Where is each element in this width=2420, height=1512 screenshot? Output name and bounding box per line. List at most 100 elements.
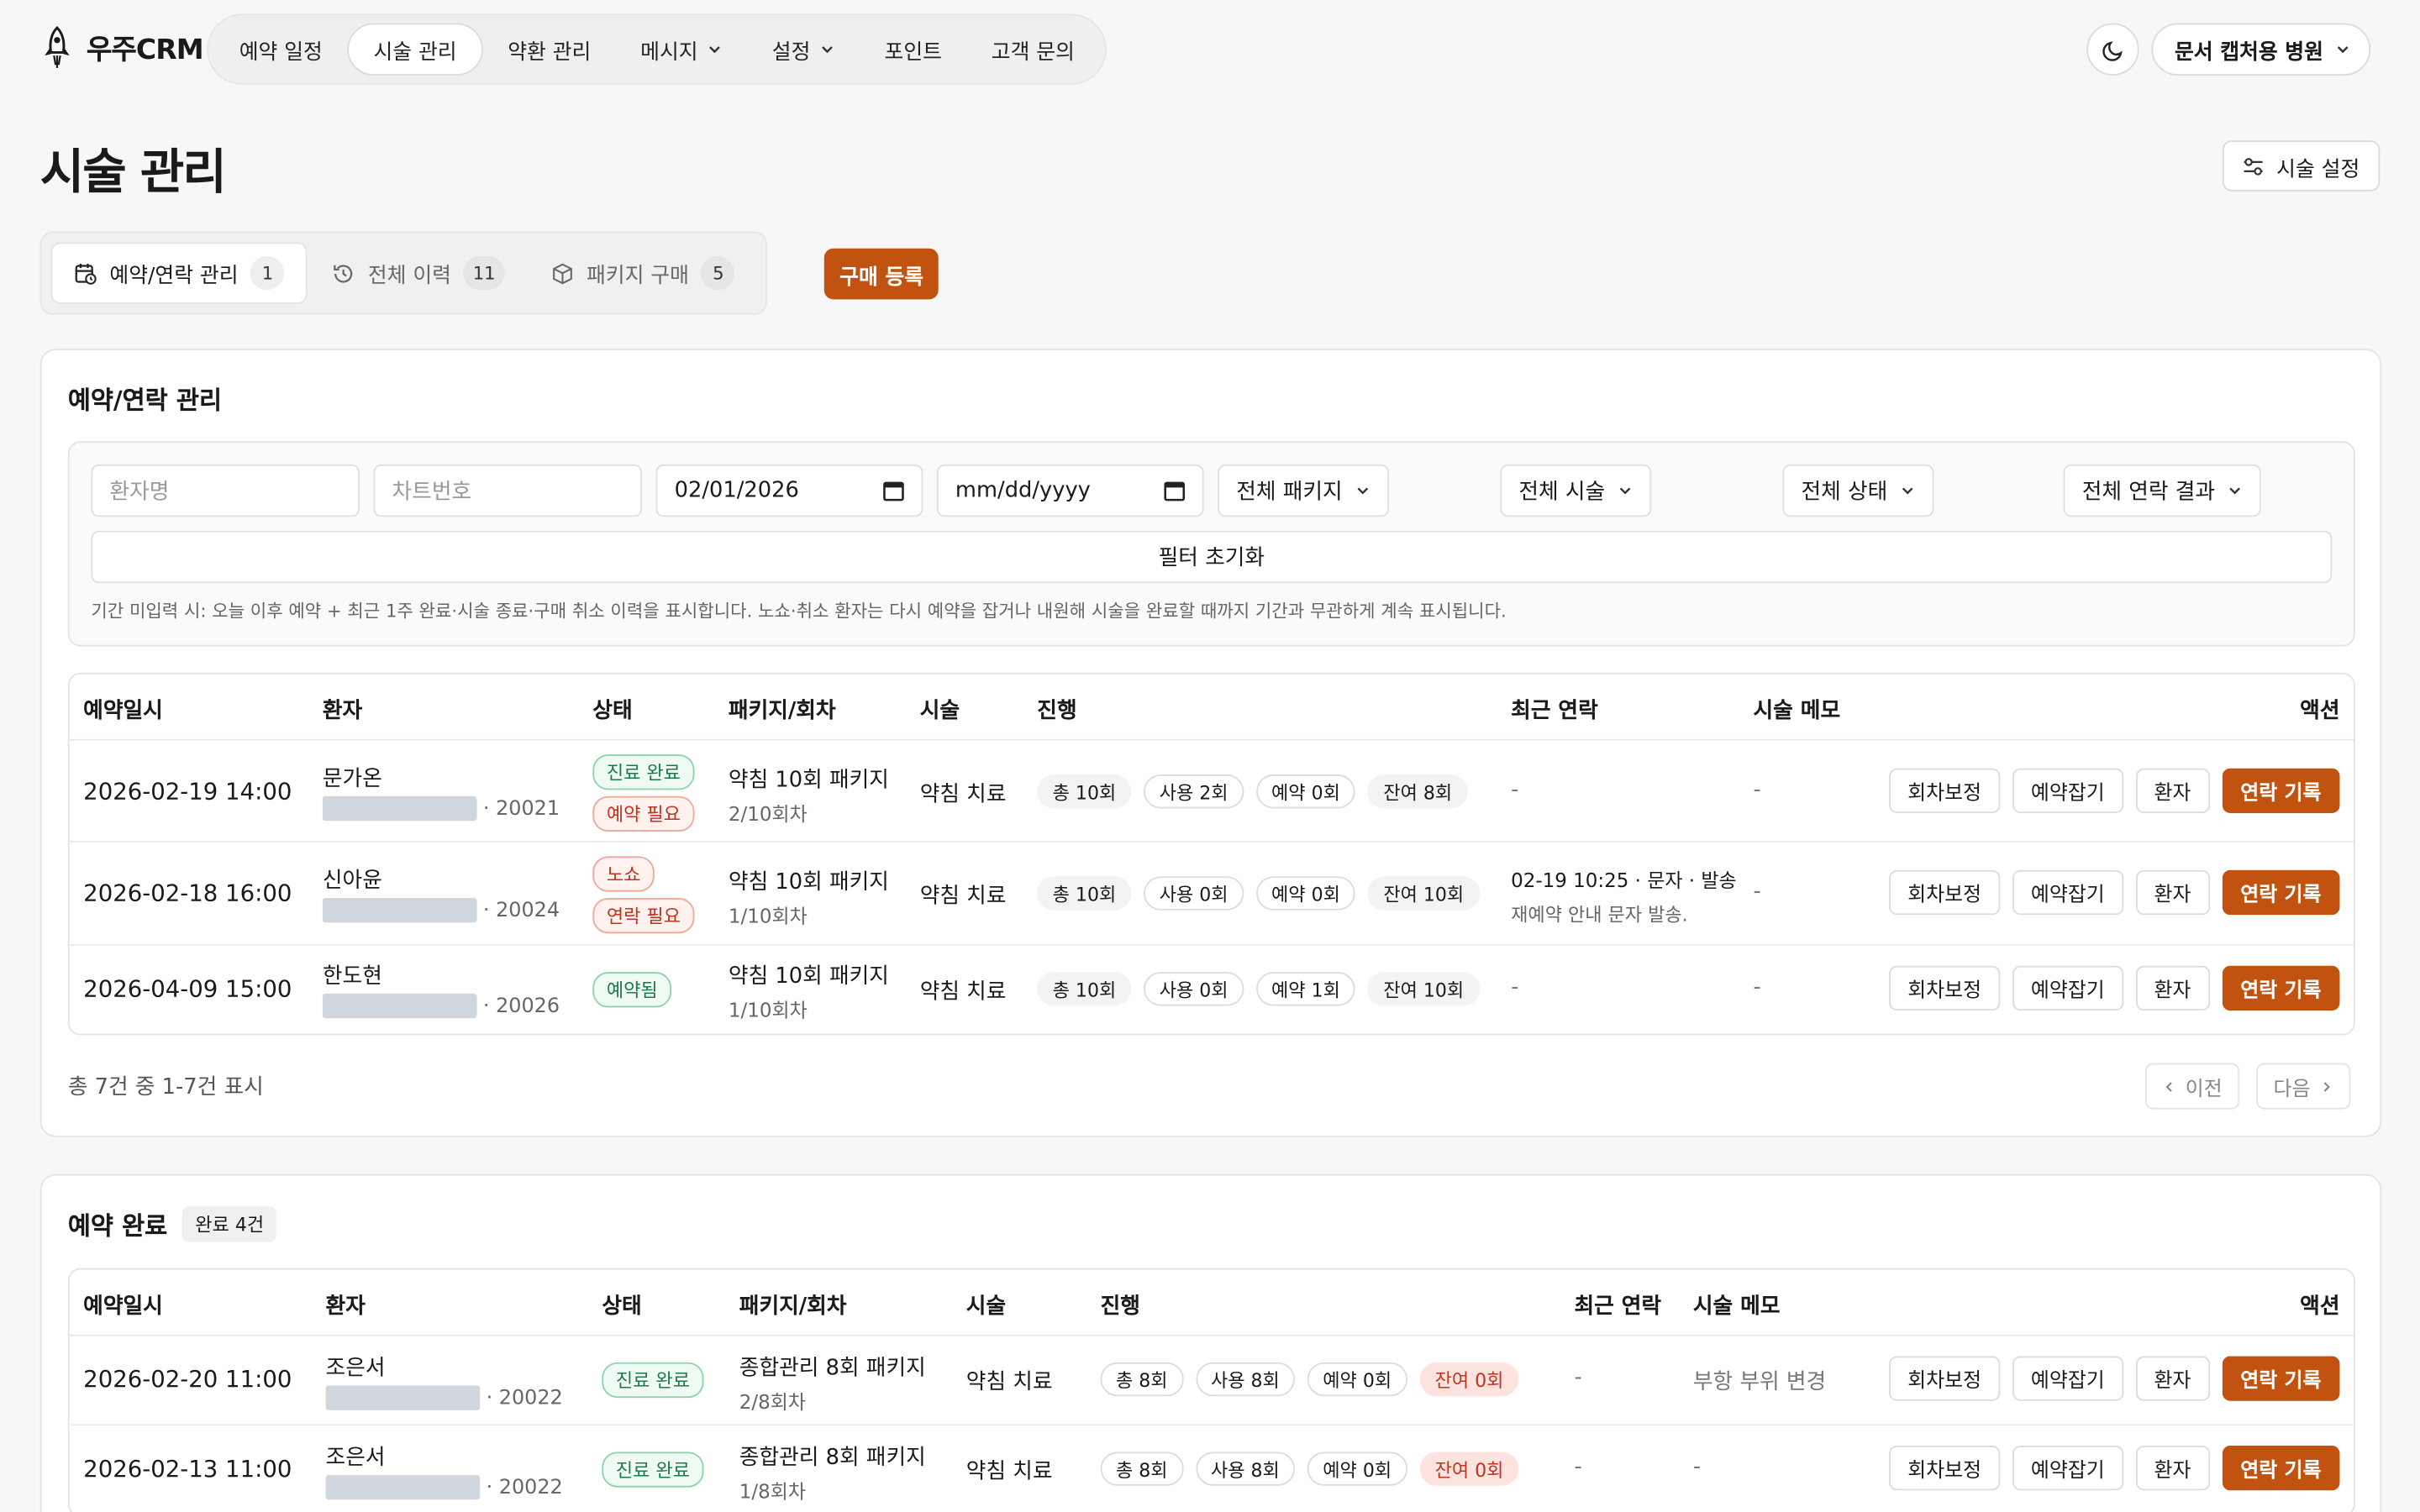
column-header: 최근 연락 bbox=[1574, 1294, 1662, 1320]
adjust-round-button[interactable]: 회차보정 bbox=[1889, 1446, 2001, 1491]
table-row[interactable]: 2026-02-19 14:00 문가온 · 20021 진료 완료 예약 필요… bbox=[69, 741, 2354, 843]
table-header: 예약일시 환자 상태 패키지/회차 시술 진행 최근 연락 시술 메모 액션 bbox=[69, 1270, 2354, 1336]
package-name: 종합관리 8회 패키지 bbox=[739, 1446, 926, 1471]
log-contact-button[interactable]: 연락 기록 bbox=[2222, 768, 2340, 813]
date-from-input[interactable]: 02/01/2026 bbox=[655, 464, 923, 517]
prev-page-button[interactable]: 이전 bbox=[2145, 1063, 2239, 1110]
nav-item-points[interactable]: 포인트 bbox=[860, 24, 966, 76]
register-purchase-button[interactable]: 구매 등록 bbox=[823, 248, 939, 300]
chart-number-input[interactable]: 차트번호 bbox=[373, 464, 643, 517]
package-cell: 약침 10회 패키지 1/10회차 bbox=[729, 865, 889, 928]
nav-label: 메시지 bbox=[640, 39, 698, 66]
package-round: 1/10회차 bbox=[728, 904, 808, 927]
procedure-memo: 부항 부위 변경 bbox=[1692, 1370, 1827, 1395]
adjust-round-button[interactable]: 회차보정 bbox=[1889, 965, 2001, 1011]
settings-label: 시술 설정 bbox=[2276, 156, 2360, 181]
status-badge: 진료 완료 bbox=[592, 754, 695, 790]
patient-button[interactable]: 환자 bbox=[2135, 965, 2210, 1011]
nav-item-inquiry[interactable]: 고객 문의 bbox=[966, 24, 1099, 76]
progress-chips: 총 10회 사용 0회 예약 0회 잔여 10회 bbox=[1037, 876, 1480, 911]
patient-button[interactable]: 환자 bbox=[2135, 768, 2210, 813]
status-cell: 노쇼 연락 필요 bbox=[592, 856, 695, 939]
nav-item-settings[interactable]: 설정 bbox=[747, 24, 860, 76]
next-page-button[interactable]: 다음 bbox=[2256, 1063, 2351, 1110]
procedure-select[interactable]: 전체 시술 bbox=[1500, 464, 1652, 517]
column-header: 시술 메모 bbox=[1753, 699, 1841, 724]
adjust-round-button[interactable]: 회차보정 bbox=[1889, 869, 2001, 916]
package-select[interactable]: 전체 패키지 bbox=[1218, 464, 1389, 517]
moon-icon bbox=[2102, 40, 2122, 60]
tab-package-purchase[interactable]: 패키지 구매 5 bbox=[529, 242, 757, 303]
procedure-memo: - bbox=[1753, 974, 1761, 1000]
patient-name-input[interactable]: 환자명 bbox=[91, 464, 360, 517]
reservation-table: 예약일시 환자 상태 패키지/회차 시술 진행 최근 연락 시술 메모 액션 2… bbox=[67, 672, 2355, 1036]
book-button[interactable]: 예약잡기 bbox=[2012, 1356, 2123, 1401]
log-contact-button[interactable]: 연락 기록 bbox=[2222, 1356, 2340, 1401]
date-to-value: mm/dd/yyyy bbox=[955, 478, 1091, 503]
clinic-selector[interactable]: 문서 캡처용 병원 bbox=[2151, 23, 2371, 76]
row-actions: 회차보정 예약잡기 환자 연락 기록 bbox=[1889, 1356, 2340, 1401]
package-round: 1/8회차 bbox=[739, 1479, 807, 1503]
column-header: 상태 bbox=[602, 1294, 642, 1320]
package-round: 2/8회차 bbox=[739, 1389, 807, 1414]
adjust-round-button[interactable]: 회차보정 bbox=[1889, 768, 2001, 813]
chip-total: 총 10회 bbox=[1037, 876, 1132, 911]
table-row[interactable]: 2026-02-13 11:00 조은서 · 20022 진료 완료 종합관리 … bbox=[70, 1425, 2354, 1512]
book-button[interactable]: 예약잡기 bbox=[2012, 1446, 2123, 1491]
calendar-icon[interactable] bbox=[883, 480, 905, 501]
table-row[interactable]: 2026-02-18 16:00 신아윤 · 20024 노쇼 연락 필요 약침… bbox=[69, 843, 2354, 946]
calendar-icon[interactable] bbox=[1164, 480, 1186, 501]
theme-toggle-button[interactable] bbox=[2086, 23, 2139, 76]
chip-used: 사용 2회 bbox=[1144, 774, 1244, 809]
date-to-input[interactable]: mm/dd/yyyy bbox=[936, 464, 1204, 517]
table-header: 예약일시 환자 상태 패키지/회차 시술 진행 최근 연락 시술 메모 액션 bbox=[69, 675, 2354, 741]
chip-total: 총 10회 bbox=[1037, 774, 1132, 809]
patient-button[interactable]: 환자 bbox=[2135, 869, 2210, 916]
reservation-datetime: 2026-02-18 16:00 bbox=[83, 879, 292, 907]
progress-chips: 총 10회 사용 0회 예약 1회 잔여 10회 bbox=[1037, 972, 1480, 1006]
table-row[interactable]: 2026-02-20 11:00 조은서 · 20022 진료 완료 종합관리 … bbox=[69, 1336, 2354, 1426]
procedure-memo: - bbox=[1753, 777, 1761, 803]
nav-item-medicine[interactable]: 약환 관리 bbox=[483, 24, 616, 76]
tab-label: 예약/연락 관리 bbox=[109, 264, 239, 289]
patient-button[interactable]: 환자 bbox=[2135, 1356, 2210, 1401]
log-contact-button[interactable]: 연락 기록 bbox=[2222, 965, 2340, 1011]
adjust-round-button[interactable]: 회차보정 bbox=[1889, 1356, 2001, 1401]
tab-all-history[interactable]: 전체 이력 11 bbox=[311, 242, 526, 303]
book-button[interactable]: 예약잡기 bbox=[2012, 869, 2123, 916]
nav-item-schedule[interactable]: 예약 일정 bbox=[214, 24, 347, 76]
tab-count: 1 bbox=[250, 255, 285, 291]
procedure-name: 약침 치료 bbox=[919, 884, 1007, 909]
last-contact: - bbox=[1511, 777, 1519, 803]
patient-button[interactable]: 환자 bbox=[2135, 1446, 2210, 1491]
column-header: 예약일시 bbox=[83, 699, 163, 724]
patient-id: · 20021 bbox=[322, 795, 560, 822]
procedure-settings-button[interactable]: 시술 설정 bbox=[2222, 140, 2381, 192]
next-label: 다음 bbox=[2273, 1077, 2311, 1101]
logo[interactable]: 우주CRM bbox=[37, 24, 204, 71]
chip-reserved: 예약 0회 bbox=[1255, 876, 1356, 911]
package-cell: 약침 10회 패키지 1/10회차 bbox=[729, 959, 889, 1022]
book-button[interactable]: 예약잡기 bbox=[2012, 768, 2123, 813]
chevron-down-icon bbox=[2338, 46, 2349, 54]
status-select[interactable]: 전체 상태 bbox=[1782, 464, 1934, 517]
table-row[interactable]: 2026-04-09 15:00 한도현 · 20026 예약됨 약침 10회 … bbox=[70, 946, 2354, 1034]
nav-item-procedure[interactable]: 시술 관리 bbox=[347, 23, 483, 76]
reset-filters-button[interactable]: 필터 초기화 bbox=[91, 530, 2333, 584]
patient-id: · 20026 bbox=[322, 993, 560, 1019]
package-cell: 종합관리 8회 패키지 2/8회차 bbox=[739, 1352, 926, 1415]
chart-number: · 20021 bbox=[482, 796, 560, 821]
book-button[interactable]: 예약잡기 bbox=[2012, 965, 2123, 1011]
package-cell: 약침 10회 패키지 2/10회차 bbox=[729, 764, 889, 827]
main-nav: 예약 일정 시술 관리 약환 관리 메시지 설정 포인트 고객 문의 bbox=[207, 13, 1107, 86]
procedure-memo: - bbox=[1692, 1455, 1702, 1480]
chevron-right-icon bbox=[2323, 1081, 2330, 1091]
date-from-value: 02/01/2026 bbox=[674, 478, 799, 503]
contact-result-select[interactable]: 전체 연락 결과 bbox=[2063, 464, 2262, 517]
tab-reservation-contact[interactable]: 예약/연락 관리 1 bbox=[50, 242, 308, 304]
nav-item-message[interactable]: 메시지 bbox=[616, 24, 748, 76]
log-contact-button[interactable]: 연락 기록 bbox=[2222, 869, 2340, 916]
log-contact-button[interactable]: 연락 기록 bbox=[2222, 1446, 2340, 1491]
reservation-datetime: 2026-02-13 11:00 bbox=[83, 1455, 292, 1483]
progress-chips: 총 8회 사용 8회 예약 0회 잔여 0회 bbox=[1100, 1452, 1519, 1486]
